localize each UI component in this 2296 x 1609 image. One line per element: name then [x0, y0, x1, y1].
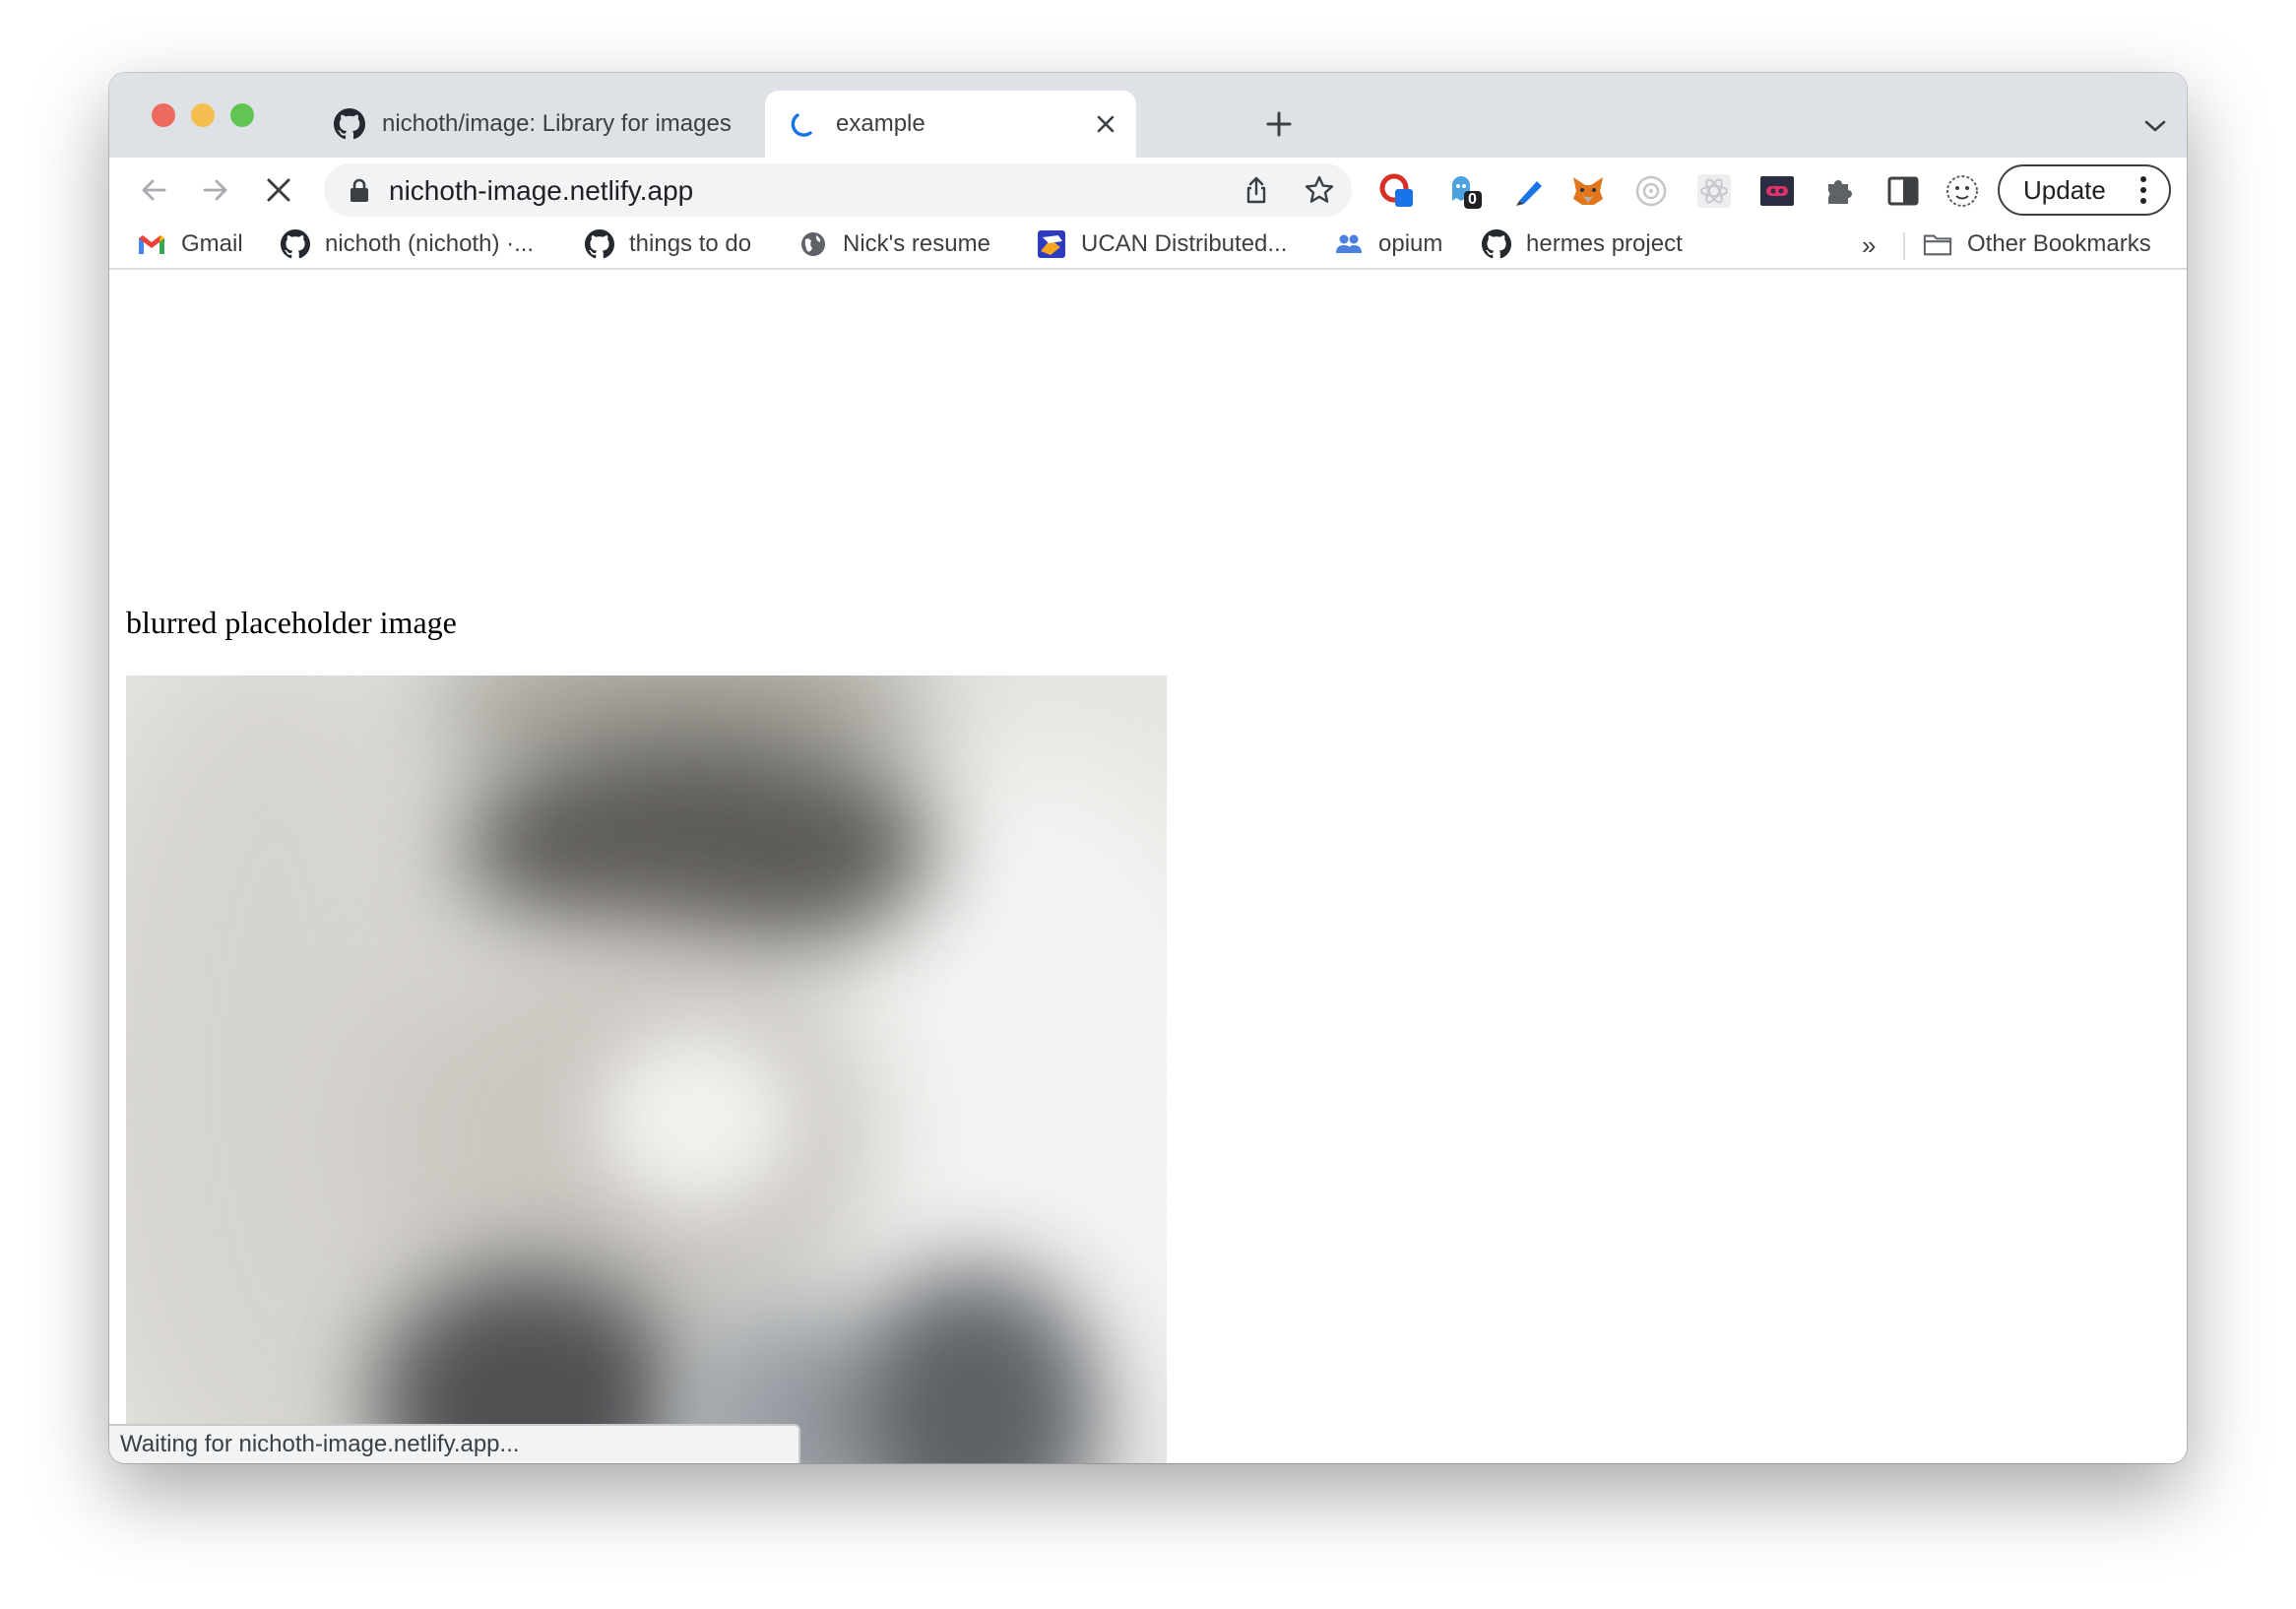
- github-icon: [585, 229, 614, 259]
- tab-search-button[interactable]: [2141, 112, 2169, 140]
- url-text[interactable]: nichoth-image.netlify.app: [389, 175, 693, 207]
- bookmark-nichoth-github[interactable]: nichoth (nichoth) ·...: [281, 226, 534, 262]
- ghostery-extension-icon[interactable]: 0: [1446, 173, 1482, 209]
- bookmark-label: hermes project: [1526, 230, 1683, 257]
- bookmark-gmail[interactable]: Gmail: [137, 226, 243, 262]
- tab-title: nichoth/image: Library for images: [382, 110, 732, 137]
- bookmarks-divider: [1903, 232, 1905, 260]
- status-bar: Waiting for nichoth-image.netlify.app...: [109, 1424, 800, 1463]
- more-menu-icon[interactable]: [2139, 176, 2147, 204]
- close-window-button[interactable]: [152, 103, 175, 127]
- other-bookmarks-label: Other Bookmarks: [1967, 230, 2151, 257]
- adblock-extension-icon[interactable]: [1379, 173, 1415, 209]
- close-icon: [267, 178, 290, 202]
- github-icon: [281, 229, 310, 259]
- chevron-down-icon: [2144, 120, 2166, 132]
- status-text: Waiting for nichoth-image.netlify.app...: [120, 1431, 520, 1457]
- puzzle-extensions-icon[interactable]: [1822, 173, 1858, 209]
- bookmark-nicks-resume[interactable]: Nick's resume: [798, 226, 990, 262]
- profile-avatar-icon[interactable]: [1945, 173, 1980, 209]
- github-icon: [333, 107, 366, 141]
- forward-button[interactable]: [194, 168, 237, 212]
- arrow-left-icon: [142, 179, 166, 201]
- other-bookmarks-folder[interactable]: Other Bookmarks: [1923, 226, 2151, 262]
- stop-loading-button[interactable]: [257, 168, 300, 212]
- bookmark-label: UCAN Distributed...: [1081, 230, 1288, 257]
- bookmark-ucan[interactable]: UCAN Distributed...: [1037, 226, 1287, 262]
- loading-spinner-icon: [787, 107, 820, 141]
- recorder-extension-icon[interactable]: [1759, 173, 1795, 209]
- people-icon: [1334, 229, 1364, 259]
- back-button[interactable]: [132, 168, 175, 212]
- blurred-placeholder-image: [126, 676, 1167, 1463]
- react-devtools-icon[interactable]: [1696, 173, 1732, 209]
- arrow-right-icon: [203, 179, 227, 201]
- side-panel-icon[interactable]: [1885, 173, 1921, 209]
- globe-icon: [798, 229, 828, 259]
- close-tab-icon[interactable]: [1089, 107, 1122, 141]
- tab-strip: nichoth/image: Library for images exampl…: [109, 73, 2187, 158]
- ucan-icon: [1037, 229, 1066, 259]
- address-bar[interactable]: nichoth-image.netlify.app: [324, 163, 1352, 217]
- update-label: Update: [2023, 174, 2106, 205]
- bookmark-label: Nick's resume: [843, 230, 990, 257]
- folder-icon: [1923, 229, 1952, 259]
- page-viewport: blurred placeholder image Waiting for ni…: [109, 270, 2187, 1463]
- bookmark-label: nichoth (nichoth) ·...: [325, 230, 535, 257]
- tab-title: example: [836, 110, 925, 137]
- share-icon[interactable]: [1242, 175, 1271, 205]
- update-button[interactable]: Update: [1998, 164, 2171, 216]
- page-caption: blurred placeholder image: [126, 605, 457, 640]
- plus-icon: [1266, 111, 1292, 137]
- bookmark-star-icon[interactable]: [1303, 173, 1336, 207]
- highlighter-extension-icon[interactable]: [1511, 173, 1547, 209]
- bookmarks-overflow-button[interactable]: »: [1862, 230, 1876, 261]
- minimize-window-button[interactable]: [191, 103, 215, 127]
- gmail-icon: [137, 229, 166, 259]
- bookmark-label: things to do: [629, 230, 752, 257]
- toolbar: nichoth-image.netlify.app 0 Update: [109, 158, 2187, 223]
- target-extension-icon[interactable]: [1633, 173, 1669, 209]
- bookmark-opium[interactable]: opium: [1334, 226, 1442, 262]
- bookmark-label: opium: [1378, 230, 1443, 257]
- github-icon: [1482, 229, 1511, 259]
- browser-window: nichoth/image: Library for images exampl…: [109, 73, 2187, 1463]
- maximize-window-button[interactable]: [230, 103, 254, 127]
- bookmark-label: Gmail: [181, 230, 243, 257]
- metamask-fox-icon[interactable]: [1570, 173, 1606, 209]
- tab-example[interactable]: example: [765, 91, 1136, 158]
- bookmarks-bar: Gmail nichoth (nichoth) ·... things to d…: [109, 223, 2187, 270]
- lock-icon[interactable]: [348, 177, 371, 203]
- new-tab-button[interactable]: [1259, 104, 1299, 144]
- extension-badge: 0: [1468, 191, 1477, 208]
- bookmark-hermes-project[interactable]: hermes project: [1482, 226, 1683, 262]
- bookmark-things-to-do[interactable]: things to do: [585, 226, 751, 262]
